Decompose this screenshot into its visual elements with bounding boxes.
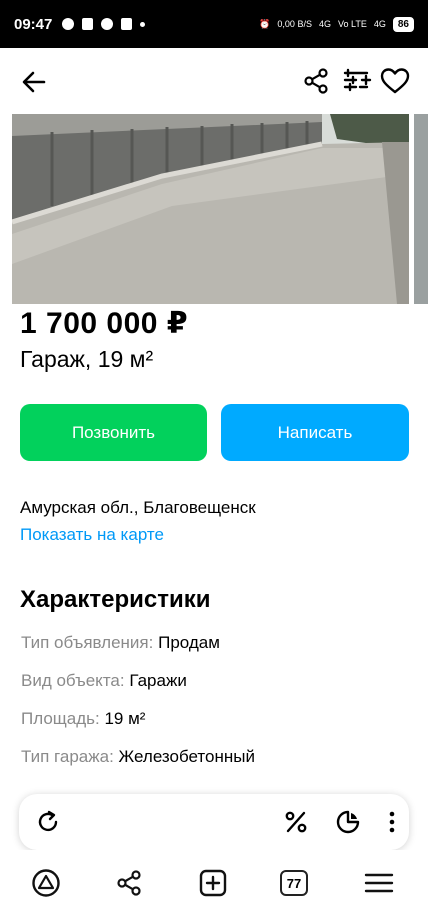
office-notification-icon: [82, 18, 94, 30]
share-icon[interactable]: [302, 67, 330, 95]
network-type-2: 4G: [373, 19, 386, 29]
more-notifications-icon: [140, 21, 146, 27]
shield-notification-icon: [121, 18, 133, 30]
characteristic-row: Тип объявления: Продам: [21, 633, 220, 653]
menu-icon[interactable]: [364, 868, 394, 898]
show-on-map-link[interactable]: Показать на карте: [20, 525, 164, 545]
characteristic-value: Продам: [158, 633, 220, 652]
notification-icons: [62, 18, 146, 30]
share-icon[interactable]: [114, 868, 144, 898]
garage-photo-image: [12, 114, 409, 304]
listing-toolbar: [0, 52, 428, 112]
app-notification-icon: [101, 18, 114, 30]
characteristic-row: Тип гаража: Железобетонный: [21, 747, 255, 767]
characteristic-value: Железобетонный: [118, 747, 255, 766]
characteristic-value: 19 м²: [104, 709, 146, 728]
status-bar: 09:47 ⏰ 0,00 B/S 4G Vo LTE 4G 86: [0, 0, 428, 48]
characteristic-key: Вид объекта:: [21, 671, 125, 690]
pie-icon[interactable]: [335, 809, 361, 835]
next-photo-preview[interactable]: [414, 114, 428, 304]
browser-address-bar: [19, 794, 409, 850]
battery-indicator: 86: [392, 16, 414, 32]
listing-photo[interactable]: [12, 114, 409, 304]
listing-price: 1 700 000 ₽: [20, 307, 189, 340]
tabs-icon[interactable]: 77: [280, 870, 308, 896]
more-vertical-icon[interactable]: [379, 809, 405, 835]
home-icon[interactable]: [31, 868, 61, 898]
characteristic-row: Вид объекта: Гаражи: [21, 671, 187, 691]
browser-bottom-nav: 77: [0, 850, 428, 910]
characteristics-title: Характеристики: [20, 586, 211, 613]
characteristic-value: Гаражи: [129, 671, 187, 690]
refresh-icon[interactable]: [35, 809, 61, 835]
volte-indicator: Vo LTE: [338, 19, 367, 29]
status-time: 09:47: [14, 15, 53, 33]
listing-title: Гараж, 19 м²: [20, 346, 154, 372]
net-speed: 0,00 B/S: [277, 19, 312, 29]
percent-icon[interactable]: [283, 809, 309, 835]
heart-icon[interactable]: [380, 67, 410, 95]
listing-location: Амурская обл., Благовещенск: [20, 498, 256, 517]
status-right: ⏰ 0,00 B/S 4G Vo LTE 4G 86: [259, 16, 414, 32]
network-type-1: 4G: [318, 19, 331, 29]
characteristic-row: Площадь: 19 м²: [21, 709, 145, 729]
back-arrow-icon[interactable]: [20, 68, 48, 96]
compare-icon[interactable]: [342, 67, 372, 95]
chat-notification-icon: [62, 18, 75, 30]
alarm-icon: ⏰: [259, 18, 271, 29]
characteristic-key: Тип гаража:: [21, 747, 114, 766]
call-button[interactable]: Позвонить: [20, 404, 207, 461]
new-tab-icon[interactable]: [198, 868, 228, 898]
characteristic-key: Тип объявления:: [21, 633, 154, 652]
characteristic-key: Площадь:: [21, 709, 100, 728]
write-button[interactable]: Написать: [221, 404, 409, 461]
